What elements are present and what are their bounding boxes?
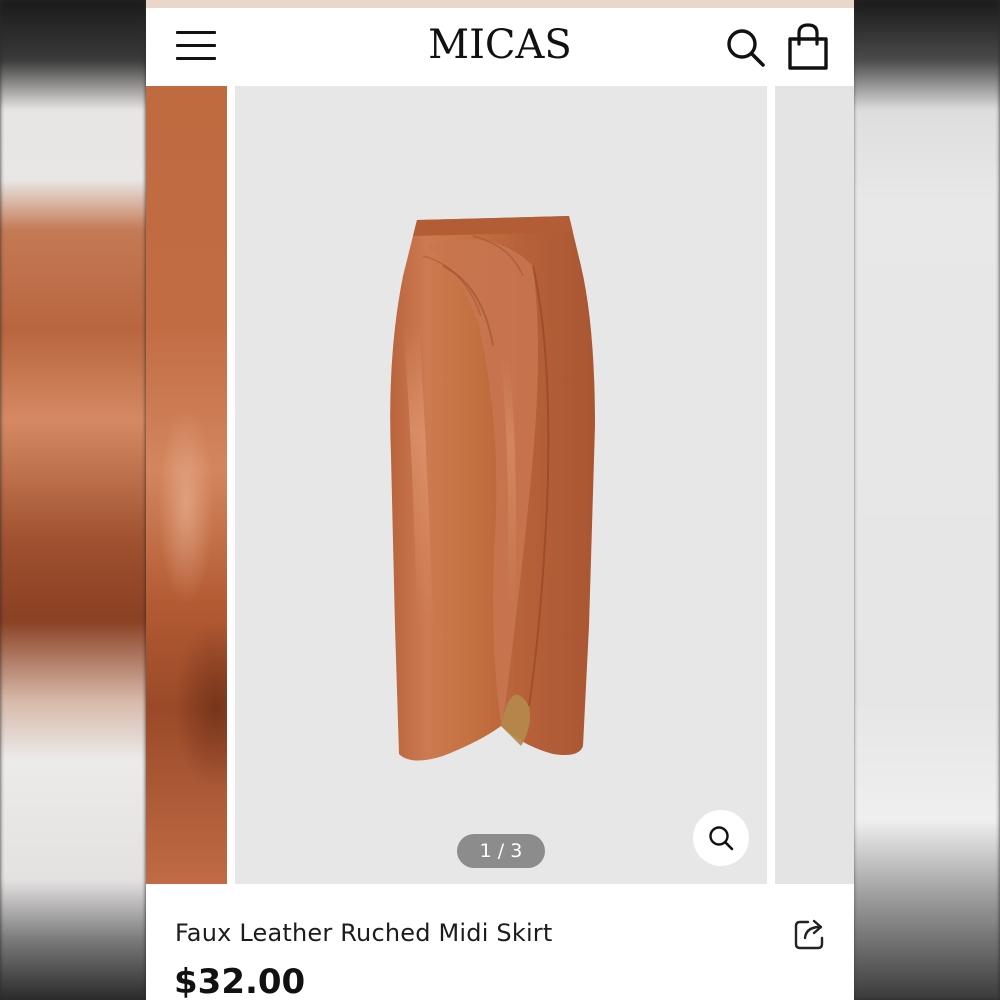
blurred-backdrop-left: [0, 0, 146, 1000]
share-icon: [794, 919, 824, 950]
product-gallery[interactable]: 1 / 3: [146, 86, 854, 884]
site-header: MICAS: [146, 8, 854, 86]
product-title: Faux Leather Ruched Midi Skirt: [175, 919, 553, 947]
search-button[interactable]: [724, 26, 768, 70]
search-icon: [727, 29, 765, 67]
gallery-slide-current[interactable]: 1 / 3: [235, 86, 767, 884]
skirt-image: [390, 216, 595, 761]
product-price: $32.00: [174, 962, 306, 1000]
promo-strip: [146, 0, 854, 8]
gallery-pager: 1 / 3: [457, 834, 545, 868]
zoom-button[interactable]: [693, 810, 749, 866]
product-page: MICAS 1 / 3 Faux Leather Ruched Midi Ski…: [146, 0, 854, 1000]
gallery-slide-next[interactable]: [775, 86, 854, 884]
shopping-bag-icon: [788, 23, 828, 70]
gallery-slide-previous[interactable]: [146, 86, 227, 884]
share-button[interactable]: [792, 916, 828, 952]
product-info: Faux Leather Ruched Midi Skirt $32.00: [146, 884, 854, 1000]
cart-button[interactable]: [784, 22, 832, 72]
zoom-icon: [709, 826, 734, 851]
blurred-backdrop-right: [853, 0, 1000, 1000]
